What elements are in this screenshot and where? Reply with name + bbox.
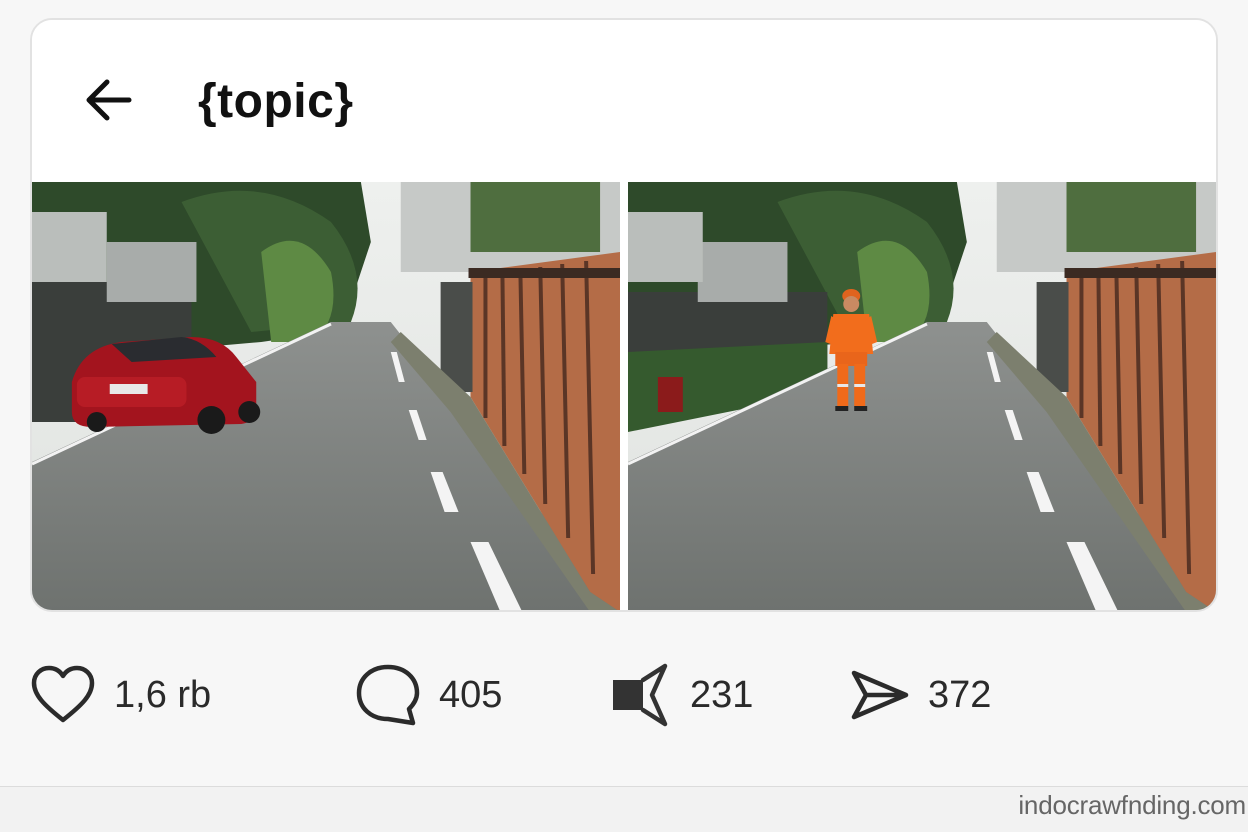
- comment-button[interactable]: 405: [355, 650, 502, 740]
- megaphone-icon: [613, 663, 668, 727]
- heart-icon: [31, 665, 95, 723]
- like-button[interactable]: 1,6 rb: [30, 650, 211, 740]
- comment-bubble-icon: [356, 664, 420, 726]
- street-photo-image: [32, 182, 620, 610]
- like-count: 1,6 rb: [114, 674, 212, 716]
- street-photo-image: [628, 182, 1216, 610]
- repost-count: 231: [690, 674, 754, 716]
- watermark-text: indocrawfnding.com: [1018, 790, 1246, 820]
- arrow-left-icon: [86, 79, 132, 121]
- post-page: {topic} 1,6 rb 405 231 372 indocrawfndin…: [0, 0, 1248, 832]
- page-title: {topic}: [198, 75, 354, 128]
- photo-street-red-car[interactable]: [32, 182, 620, 610]
- back-button[interactable]: [82, 74, 134, 126]
- comment-count: 405: [439, 674, 503, 716]
- share-count: 372: [928, 674, 992, 716]
- photo-street-worker[interactable]: [628, 182, 1216, 610]
- post-header: {topic}: [32, 20, 1216, 182]
- post-card: {topic}: [30, 18, 1218, 612]
- post-action-bar: 1,6 rb 405 231 372: [0, 650, 1248, 740]
- repost-button[interactable]: 231: [610, 650, 753, 740]
- share-button[interactable]: 372: [850, 650, 991, 740]
- send-icon: [851, 670, 909, 720]
- photo-gallery: [32, 182, 1216, 610]
